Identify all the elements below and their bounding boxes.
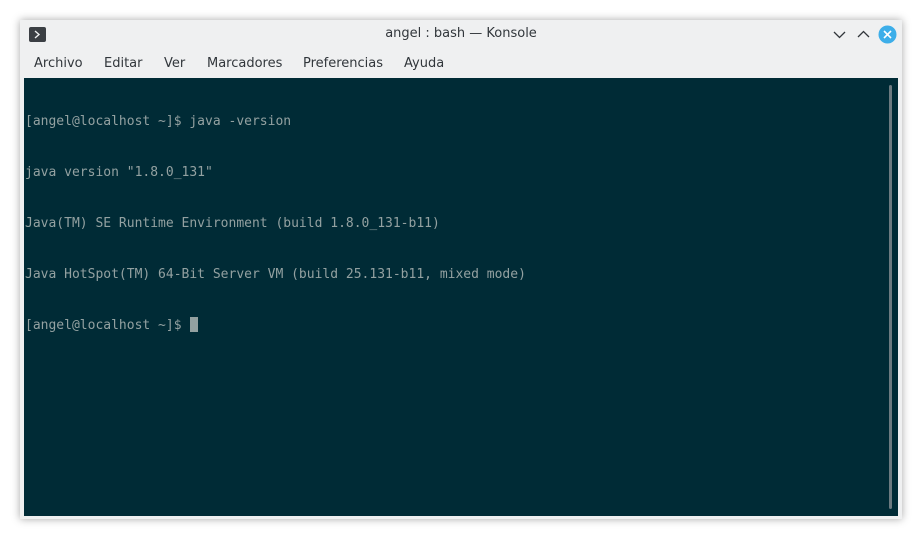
title-bar[interactable]: angel : bash — Konsole [20, 20, 902, 49]
terminal-prompt: [angel@localhost ~]$ [25, 318, 182, 333]
maximize-button[interactable] [854, 25, 873, 44]
menu-preferencias[interactable]: Preferencias [303, 56, 383, 71]
menu-bar: Archivo Editar Ver Marcadores Preferenci… [20, 49, 902, 78]
terminal-output: [angel@localhost ~]$ java -version java … [25, 79, 526, 368]
terminal-line: Java HotSpot(TM) 64-Bit Server VM (build… [25, 267, 526, 282]
terminal-line: [angel@localhost ~]$ java -version [25, 114, 292, 129]
terminal-line: java version "1.8.0_131" [25, 165, 213, 180]
close-icon [878, 25, 897, 44]
chevron-up-icon [857, 30, 870, 38]
menu-marcadores[interactable]: Marcadores [207, 56, 282, 71]
terminal-line: Java(TM) SE Runtime Environment (build 1… [25, 216, 440, 231]
chevron-down-icon [833, 31, 846, 39]
menu-editar[interactable]: Editar [104, 56, 143, 71]
window-title: angel : bash — Konsole [385, 26, 537, 41]
scrollbar[interactable] [889, 85, 892, 509]
menu-archivo[interactable]: Archivo [34, 56, 83, 71]
close-button[interactable] [878, 25, 897, 44]
text-cursor [189, 317, 198, 332]
terminal-prompt-line: [angel@localhost ~]$ [25, 317, 526, 334]
minimize-button[interactable] [830, 25, 849, 44]
menu-ver[interactable]: Ver [164, 56, 185, 71]
terminal-area[interactable]: [angel@localhost ~]$ java -version java … [24, 78, 898, 516]
konsole-window: angel : bash — Konsole Archivo Editar Ve… [20, 20, 902, 519]
menu-ayuda[interactable]: Ayuda [404, 56, 444, 71]
